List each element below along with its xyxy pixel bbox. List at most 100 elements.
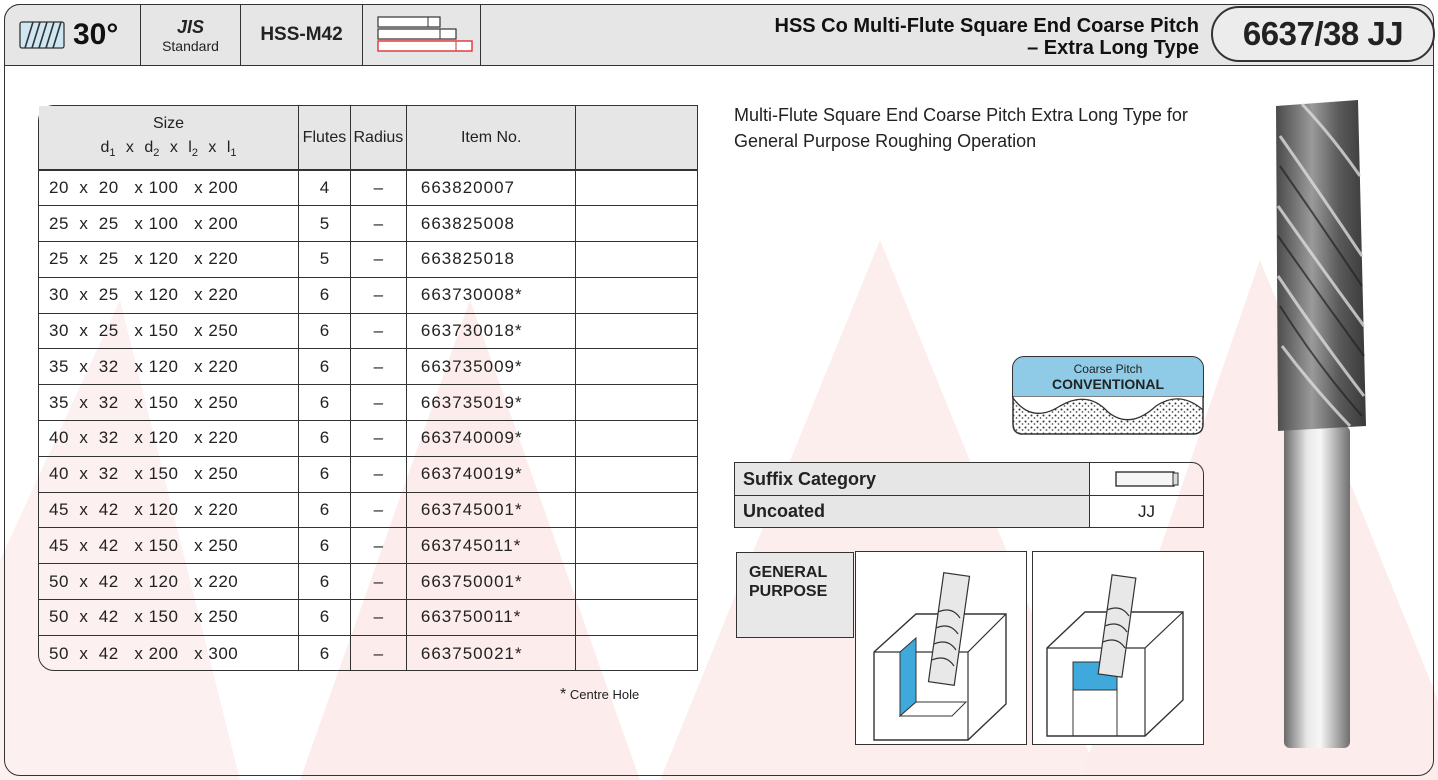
product-title-line2: – Extra Long Type xyxy=(1027,37,1199,59)
size-cell: 40 x 32 x 150 x 250 xyxy=(39,456,299,493)
application-line2: PURPOSE xyxy=(749,583,828,600)
size-cell: 50 x 42 x 120 x 220 xyxy=(39,563,299,601)
blank-cell xyxy=(575,313,697,350)
blank-cell xyxy=(575,456,697,493)
radius-cell: – xyxy=(350,348,407,386)
product-description: Multi-Flute Square End Coarse Pitch Extr… xyxy=(734,105,1188,151)
flutes-cell: 6 xyxy=(298,599,351,636)
size-cell: 30 x 25 x 150 x 250 xyxy=(39,313,299,350)
flutes-cell: 5 xyxy=(298,241,351,278)
flutes-cell: 6 xyxy=(298,313,351,350)
size-header-label: Size xyxy=(152,115,185,133)
radius-cell: – xyxy=(350,277,407,314)
table-row: 50 x 42 x 120 x 220 6–663750001* xyxy=(39,563,697,601)
length-icon xyxy=(376,16,473,52)
flutes-cell: 6 xyxy=(298,277,351,314)
size-column-header: Size d1 x d2 x l2 x l1 xyxy=(39,106,299,171)
table-row: 30 x 25 x 150 x 250 6–663730018* xyxy=(39,313,697,350)
suffix-category-table: Suffix Category Uncoated JJ xyxy=(734,462,1204,528)
radius-cell: – xyxy=(350,527,407,565)
standard-main: JIS xyxy=(176,16,205,37)
flutes-cell: 6 xyxy=(298,384,351,422)
blank-cell xyxy=(575,492,697,529)
table-row: 30 x 25 x 120 x 220 6–663730008* xyxy=(39,277,697,314)
item-number-cell: 663820007 xyxy=(406,170,577,207)
size-cell: 50 x 42 x 150 x 250 xyxy=(39,599,299,636)
flutes-cell: 6 xyxy=(298,492,351,529)
item-number-cell: 663730008* xyxy=(406,277,577,314)
flutes-cell: 6 xyxy=(298,527,351,565)
standard-sub: Standard xyxy=(162,37,219,54)
item-number-cell: 663745011* xyxy=(406,527,577,565)
badge-top: Coarse Pitch CONVENTIONAL xyxy=(1012,356,1204,398)
size-table: Size d1 x d2 x l2 x l1 Flutes Radius Ite… xyxy=(38,105,698,672)
suffix-tool-icon-cell xyxy=(1090,463,1203,495)
blank-cell xyxy=(575,384,697,422)
blank-cell xyxy=(576,635,697,671)
item-number-cell: 663750021* xyxy=(406,635,577,672)
flutes-cell: 6 xyxy=(298,348,351,386)
operation-illustration-side-milling xyxy=(855,551,1027,745)
end-mill-image xyxy=(1276,100,1366,748)
flutes-cell: 6 xyxy=(298,563,351,601)
operation-illustration-slotting xyxy=(1032,551,1204,745)
flutes-cell: 5 xyxy=(298,205,351,243)
uncoated-tool-icon xyxy=(1114,471,1178,487)
item-number-cell: 663750001* xyxy=(406,563,577,601)
flutes-cell: 6 xyxy=(298,456,351,493)
blank-cell xyxy=(575,527,697,565)
flutes-column-header: Flutes xyxy=(298,106,351,171)
application-label: GENERAL PURPOSE xyxy=(736,552,854,638)
footnote-star: * xyxy=(560,686,567,703)
blank-cell xyxy=(575,170,697,207)
header-bar: 30° JIS Standard HSS-M42 HSS Co Multi-Fl… xyxy=(4,4,1435,66)
suffix-header-row: Suffix Category xyxy=(734,462,1204,495)
item-number-cell: 663825018 xyxy=(406,241,577,278)
blank-cell xyxy=(575,420,697,457)
flutes-cell: 6 xyxy=(298,635,351,672)
radius-cell: – xyxy=(350,205,407,243)
footnote: * Centre Hole xyxy=(560,686,639,704)
size-cell: 50 x 42 x 200 x 300 xyxy=(39,635,299,672)
blank-cell xyxy=(575,277,697,314)
suffix-header-label: Suffix Category xyxy=(735,463,1090,495)
table-row: 25 x 25 x 120 x 220 5–663825018 xyxy=(39,241,697,278)
radius-column-header: Radius xyxy=(350,106,407,171)
size-table-grid: Size d1 x d2 x l2 x l1 Flutes Radius Ite… xyxy=(39,106,697,672)
item-number-cell: 663825008 xyxy=(406,205,577,243)
flutes-cell: 6 xyxy=(298,420,351,457)
radius-cell: – xyxy=(350,492,407,529)
product-title: HSS Co Multi-Flute Square End Coarse Pit… xyxy=(775,15,1200,59)
radius-cell: – xyxy=(350,456,407,493)
size-cell: 35 x 32 x 120 x 220 xyxy=(39,348,299,386)
item-column-header: Item No. xyxy=(406,106,577,171)
blank-column-header xyxy=(575,106,697,171)
radius-cell: – xyxy=(350,170,407,207)
table-row: 20 x 20 x 100 x 200 4–663820007 xyxy=(39,170,697,207)
table-row: 45 x 42 x 120 x 220 6–663745001* xyxy=(39,492,697,529)
blank-cell xyxy=(575,241,697,278)
size-cell: 45 x 42 x 120 x 220 xyxy=(39,492,299,529)
table-row: 25 x 25 x 100 x 200 5–663825008 xyxy=(39,205,697,243)
radius-cell: – xyxy=(350,563,407,601)
blank-cell xyxy=(575,205,697,243)
size-cell: 25 x 25 x 100 x 200 xyxy=(39,205,299,243)
suffix-uncoated-row: Uncoated JJ xyxy=(734,495,1204,528)
length-cell xyxy=(363,5,481,65)
material-cell: HSS-M42 xyxy=(241,5,363,65)
size-cell: 40 x 32 x 120 x 220 xyxy=(39,420,299,457)
coarse-pitch-wave-icon xyxy=(1012,396,1204,435)
helix-angle-value: 30° xyxy=(73,18,119,51)
product-code: 6637/38 JJ xyxy=(1211,6,1435,62)
radius-cell: – xyxy=(350,599,407,636)
item-number-cell: 663740009* xyxy=(406,420,577,457)
size-table-header-row: Size d1 x d2 x l2 x l1 Flutes Radius Ite… xyxy=(39,106,697,171)
size-header-dims: d1 x d2 x l2 x l1 xyxy=(100,139,237,160)
table-row: 45 x 42 x 150 x 250 6–663745011* xyxy=(39,527,697,565)
suffix-row-label: Uncoated xyxy=(735,496,1090,527)
radius-cell: – xyxy=(350,241,407,278)
table-row: 50 x 42 x 200 x 300 6–663750021* xyxy=(39,635,697,672)
suffix-row-value: JJ xyxy=(1138,501,1155,521)
badge-line1: Coarse Pitch xyxy=(1073,362,1143,376)
table-row: 50 x 42 x 150 x 250 6–663750011* xyxy=(39,599,697,636)
